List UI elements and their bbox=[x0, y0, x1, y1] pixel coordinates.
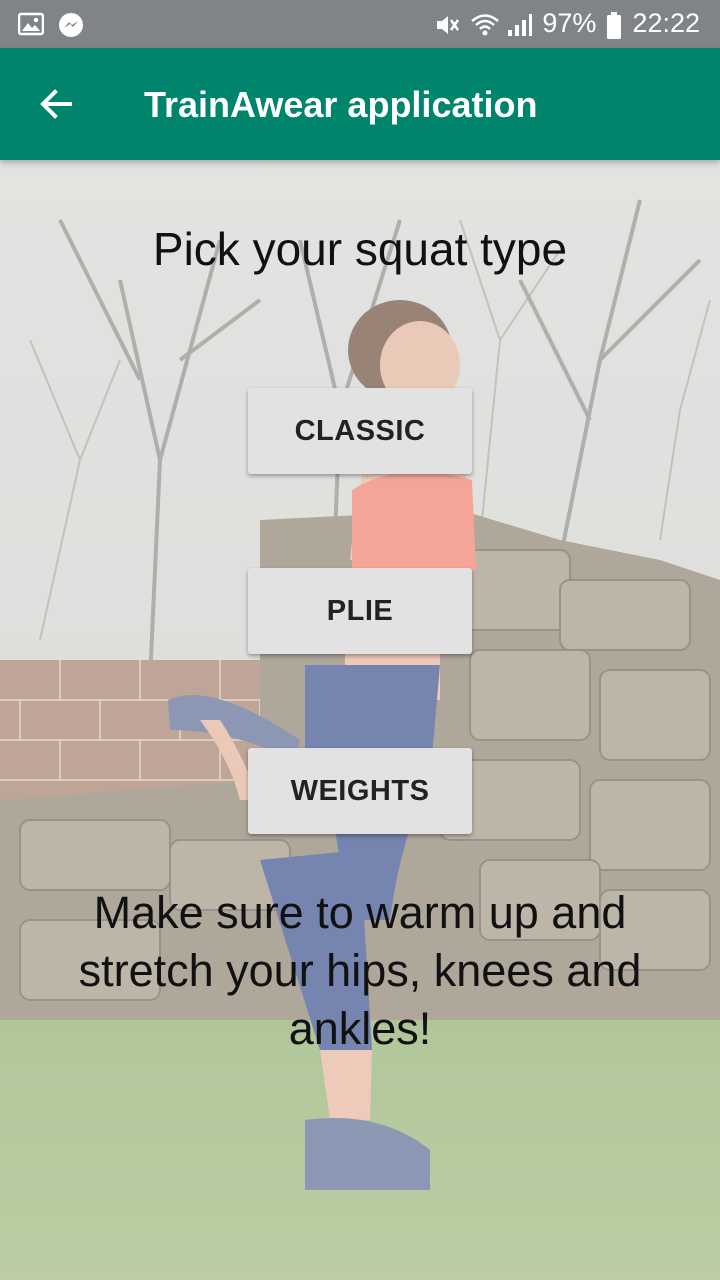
app-title: TrainAwear application bbox=[144, 84, 538, 125]
image-icon bbox=[17, 12, 45, 36]
warmup-tip: Make sure to warm up and stretch your hi… bbox=[78, 887, 642, 1054]
arrow-back-icon bbox=[38, 86, 74, 127]
status-bar: 97% 22:22 bbox=[0, 0, 720, 48]
app-bar: TrainAwear application bbox=[0, 48, 720, 160]
signal-icon bbox=[506, 12, 533, 36]
page-heading: Pick your squat type bbox=[152, 223, 568, 275]
classic-button[interactable]: CLASSIC bbox=[248, 388, 472, 474]
mute-icon bbox=[434, 12, 460, 36]
plie-button[interactable]: PLIE bbox=[248, 568, 472, 654]
wifi-icon bbox=[470, 12, 500, 36]
background-overlay bbox=[0, 160, 720, 1280]
weights-button[interactable]: WEIGHTS bbox=[248, 748, 472, 834]
back-button[interactable] bbox=[28, 78, 84, 134]
clock: 22:22 bbox=[632, 8, 700, 38]
battery-percent: 97% bbox=[542, 8, 597, 38]
main-content: Pick your squat type CLASSIC PLIE WEIGHT… bbox=[0, 160, 720, 1280]
messenger-icon bbox=[58, 12, 84, 37]
battery-icon bbox=[606, 11, 622, 39]
